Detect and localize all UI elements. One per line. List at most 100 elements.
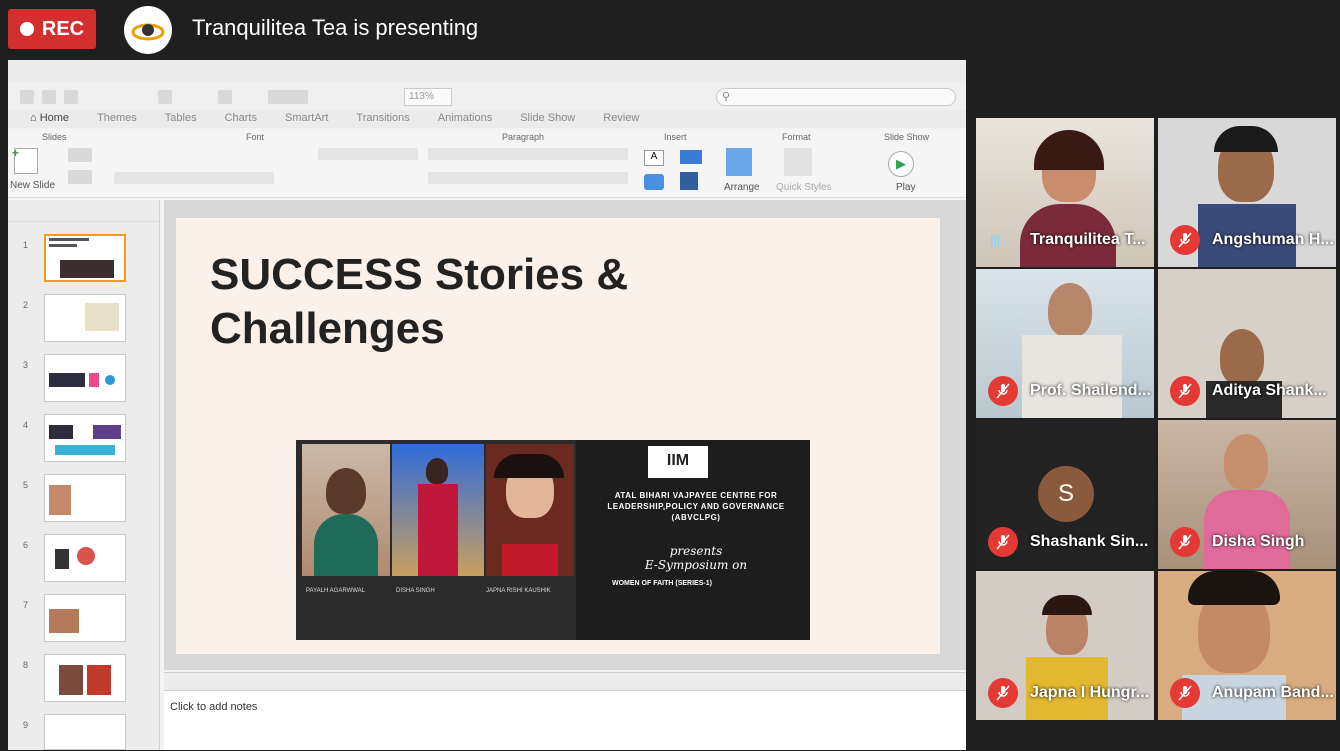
slide-thumbnail-1[interactable] <box>44 234 126 282</box>
search-input[interactable] <box>716 88 956 106</box>
arrange-button[interactable]: Arrange <box>724 182 760 193</box>
slide-thumbnail-2[interactable] <box>44 294 126 342</box>
participant-name: Aditya Shank... <box>1212 382 1327 399</box>
mic-muted-icon <box>1170 678 1200 708</box>
participant-name: Japna I Hungr... <box>1030 684 1150 701</box>
tab-review[interactable]: Review <box>593 110 657 128</box>
tab-charts[interactable]: Charts <box>215 110 275 128</box>
group-label-paragraph: Paragraph <box>502 132 545 142</box>
event-poster-image: IIM ATAL BIHARI VAJPAYEE CENTRE FOR LEAD… <box>296 440 810 640</box>
iim-ranchi-logo: IIM <box>648 446 708 478</box>
participant-tile-8[interactable]: Anupam Band... <box>1158 571 1336 720</box>
mic-muted-icon <box>988 527 1018 557</box>
tab-slide-show[interactable]: Slide Show <box>510 110 593 128</box>
group-label-slides: Slides <box>42 132 67 142</box>
participant-name: Anupam Band... <box>1212 684 1334 701</box>
slide-thumbnails-panel: 1 2 3 4 5 6 7 8 9 <box>8 200 160 750</box>
shared-screen: 113% ⚲ ⌂ Home Themes Tables Charts Smart… <box>8 60 966 750</box>
speaker-name-2: DISHA SINGH <box>396 588 435 594</box>
slide-thumbnail-8[interactable] <box>44 654 126 702</box>
title-bar <box>8 60 966 82</box>
participant-tile-7[interactable]: Japna I Hungr... <box>976 571 1154 720</box>
notes-splitter[interactable] <box>164 672 966 690</box>
slide-thumbnail-9[interactable] <box>44 714 126 750</box>
group-label-slide-show: Slide Show <box>884 132 930 142</box>
group-label-insert: Insert <box>664 132 687 142</box>
participant-tile-2[interactable]: Angshuman H... <box>1158 118 1336 267</box>
mic-muted-icon <box>988 376 1018 406</box>
play-button[interactable]: Play <box>896 182 915 193</box>
speaker-photo-1 <box>302 444 390 576</box>
participant-name: Disha Singh <box>1212 533 1305 550</box>
tab-home[interactable]: ⌂ Home <box>20 110 87 128</box>
slide-thumbnail-4[interactable] <box>44 414 126 462</box>
poster-presents: presents E-Symposium on <box>644 544 748 572</box>
slide-thumbnail-3[interactable] <box>44 354 126 402</box>
slide-editing-canvas: SUCCESS Stories & Challenges IIM ATAL BI… <box>164 200 966 670</box>
tab-transitions[interactable]: Transitions <box>346 110 427 128</box>
thumb-number: 6 <box>23 540 29 550</box>
meeting-top-bar: REC Tranquilitea Tea is presenting <box>0 0 1340 58</box>
slide-thumbnail-6[interactable] <box>44 534 126 582</box>
participant-name: Shashank Sin... <box>1030 533 1149 550</box>
participant-name: Angshuman H... <box>1212 231 1334 248</box>
mic-muted-icon <box>988 678 1018 708</box>
recording-indicator[interactable]: REC <box>8 9 96 49</box>
participant-name: Prof. Shailend... <box>1030 382 1151 399</box>
thumb-number: 8 <box>23 660 29 670</box>
speaker-name-3: JAPNA RISHI KAUSHIK <box>486 588 551 594</box>
speaker-photo-3 <box>486 444 574 576</box>
slide-thumbnail-7[interactable] <box>44 594 126 642</box>
tab-themes[interactable]: Themes <box>87 110 155 128</box>
participant-tile-1[interactable]: ||| Tranquilitea T... <box>976 118 1154 267</box>
thumb-number: 4 <box>23 420 29 430</box>
participant-name: Tranquilitea T... <box>1030 231 1146 248</box>
current-slide[interactable]: SUCCESS Stories & Challenges IIM ATAL BI… <box>176 218 940 654</box>
presenter-avatar <box>124 6 172 54</box>
tab-smartart[interactable]: SmartArt <box>275 110 346 128</box>
thumb-number: 3 <box>23 360 29 370</box>
shape-icon[interactable] <box>680 150 702 164</box>
avatar: S <box>1038 466 1094 522</box>
mic-muted-icon <box>1170 527 1200 557</box>
plus-icon: + <box>12 146 20 160</box>
tab-tables[interactable]: Tables <box>155 110 215 128</box>
new-slide-button[interactable]: New Slide <box>10 180 55 191</box>
speaker-photo-2 <box>392 444 484 576</box>
speaker-name-1: PAYALH AGARWWAL <box>306 588 366 594</box>
participant-tile-5[interactable]: S Shashank Sin... <box>976 420 1154 569</box>
thumb-number: 1 <box>23 240 29 250</box>
arrange-icon[interactable] <box>726 148 752 176</box>
thumbnail-view-toggle[interactable] <box>8 200 159 222</box>
notes-placeholder: Click to add notes <box>170 701 258 713</box>
poster-centre-name: ATAL BIHARI VAJPAYEE CENTRE FOR LEADERSH… <box>607 491 785 522</box>
presenting-text: Tranquilitea Tea is presenting <box>192 15 479 40</box>
zoom-field[interactable]: 113% <box>404 88 452 106</box>
slide-title[interactable]: SUCCESS Stories & Challenges <box>210 248 628 356</box>
participant-tile-4[interactable]: Aditya Shank... <box>1158 269 1336 418</box>
record-dot-icon <box>19 22 34 36</box>
participant-tile-3[interactable]: Prof. Shailend... <box>976 269 1154 418</box>
tea-logo-icon <box>131 23 165 41</box>
tab-animations[interactable]: Animations <box>428 110 510 128</box>
mic-muted-icon <box>1170 225 1200 255</box>
thumb-number: 5 <box>23 480 29 490</box>
picture-icon[interactable] <box>644 174 664 190</box>
participant-gallery: ||| Tranquilitea T... Angshuman H... Pro… <box>976 118 1336 722</box>
media-icon[interactable] <box>680 172 698 190</box>
rec-label: REC <box>41 17 85 40</box>
mic-muted-icon <box>1170 376 1200 406</box>
thumb-number: 9 <box>23 720 29 730</box>
thumb-number: 7 <box>23 600 29 610</box>
play-icon[interactable]: ▶ <box>888 151 914 177</box>
audio-level-icon: ||| <box>990 233 1001 247</box>
notes-pane[interactable]: Click to add notes <box>164 690 966 750</box>
ribbon: Slides Font Paragraph Insert Format Slid… <box>8 130 966 198</box>
quick-styles-button[interactable]: Quick Styles <box>776 182 832 193</box>
standard-toolbar: 113% ⚲ <box>8 82 966 112</box>
text-box-icon[interactable]: A <box>644 150 664 166</box>
slide-thumbnail-5[interactable] <box>44 474 126 522</box>
participant-tile-6[interactable]: Disha Singh <box>1158 420 1336 569</box>
group-label-format: Format <box>782 132 811 142</box>
poster-series: WOMEN OF FAITH (SERIES-1) <box>612 580 712 587</box>
